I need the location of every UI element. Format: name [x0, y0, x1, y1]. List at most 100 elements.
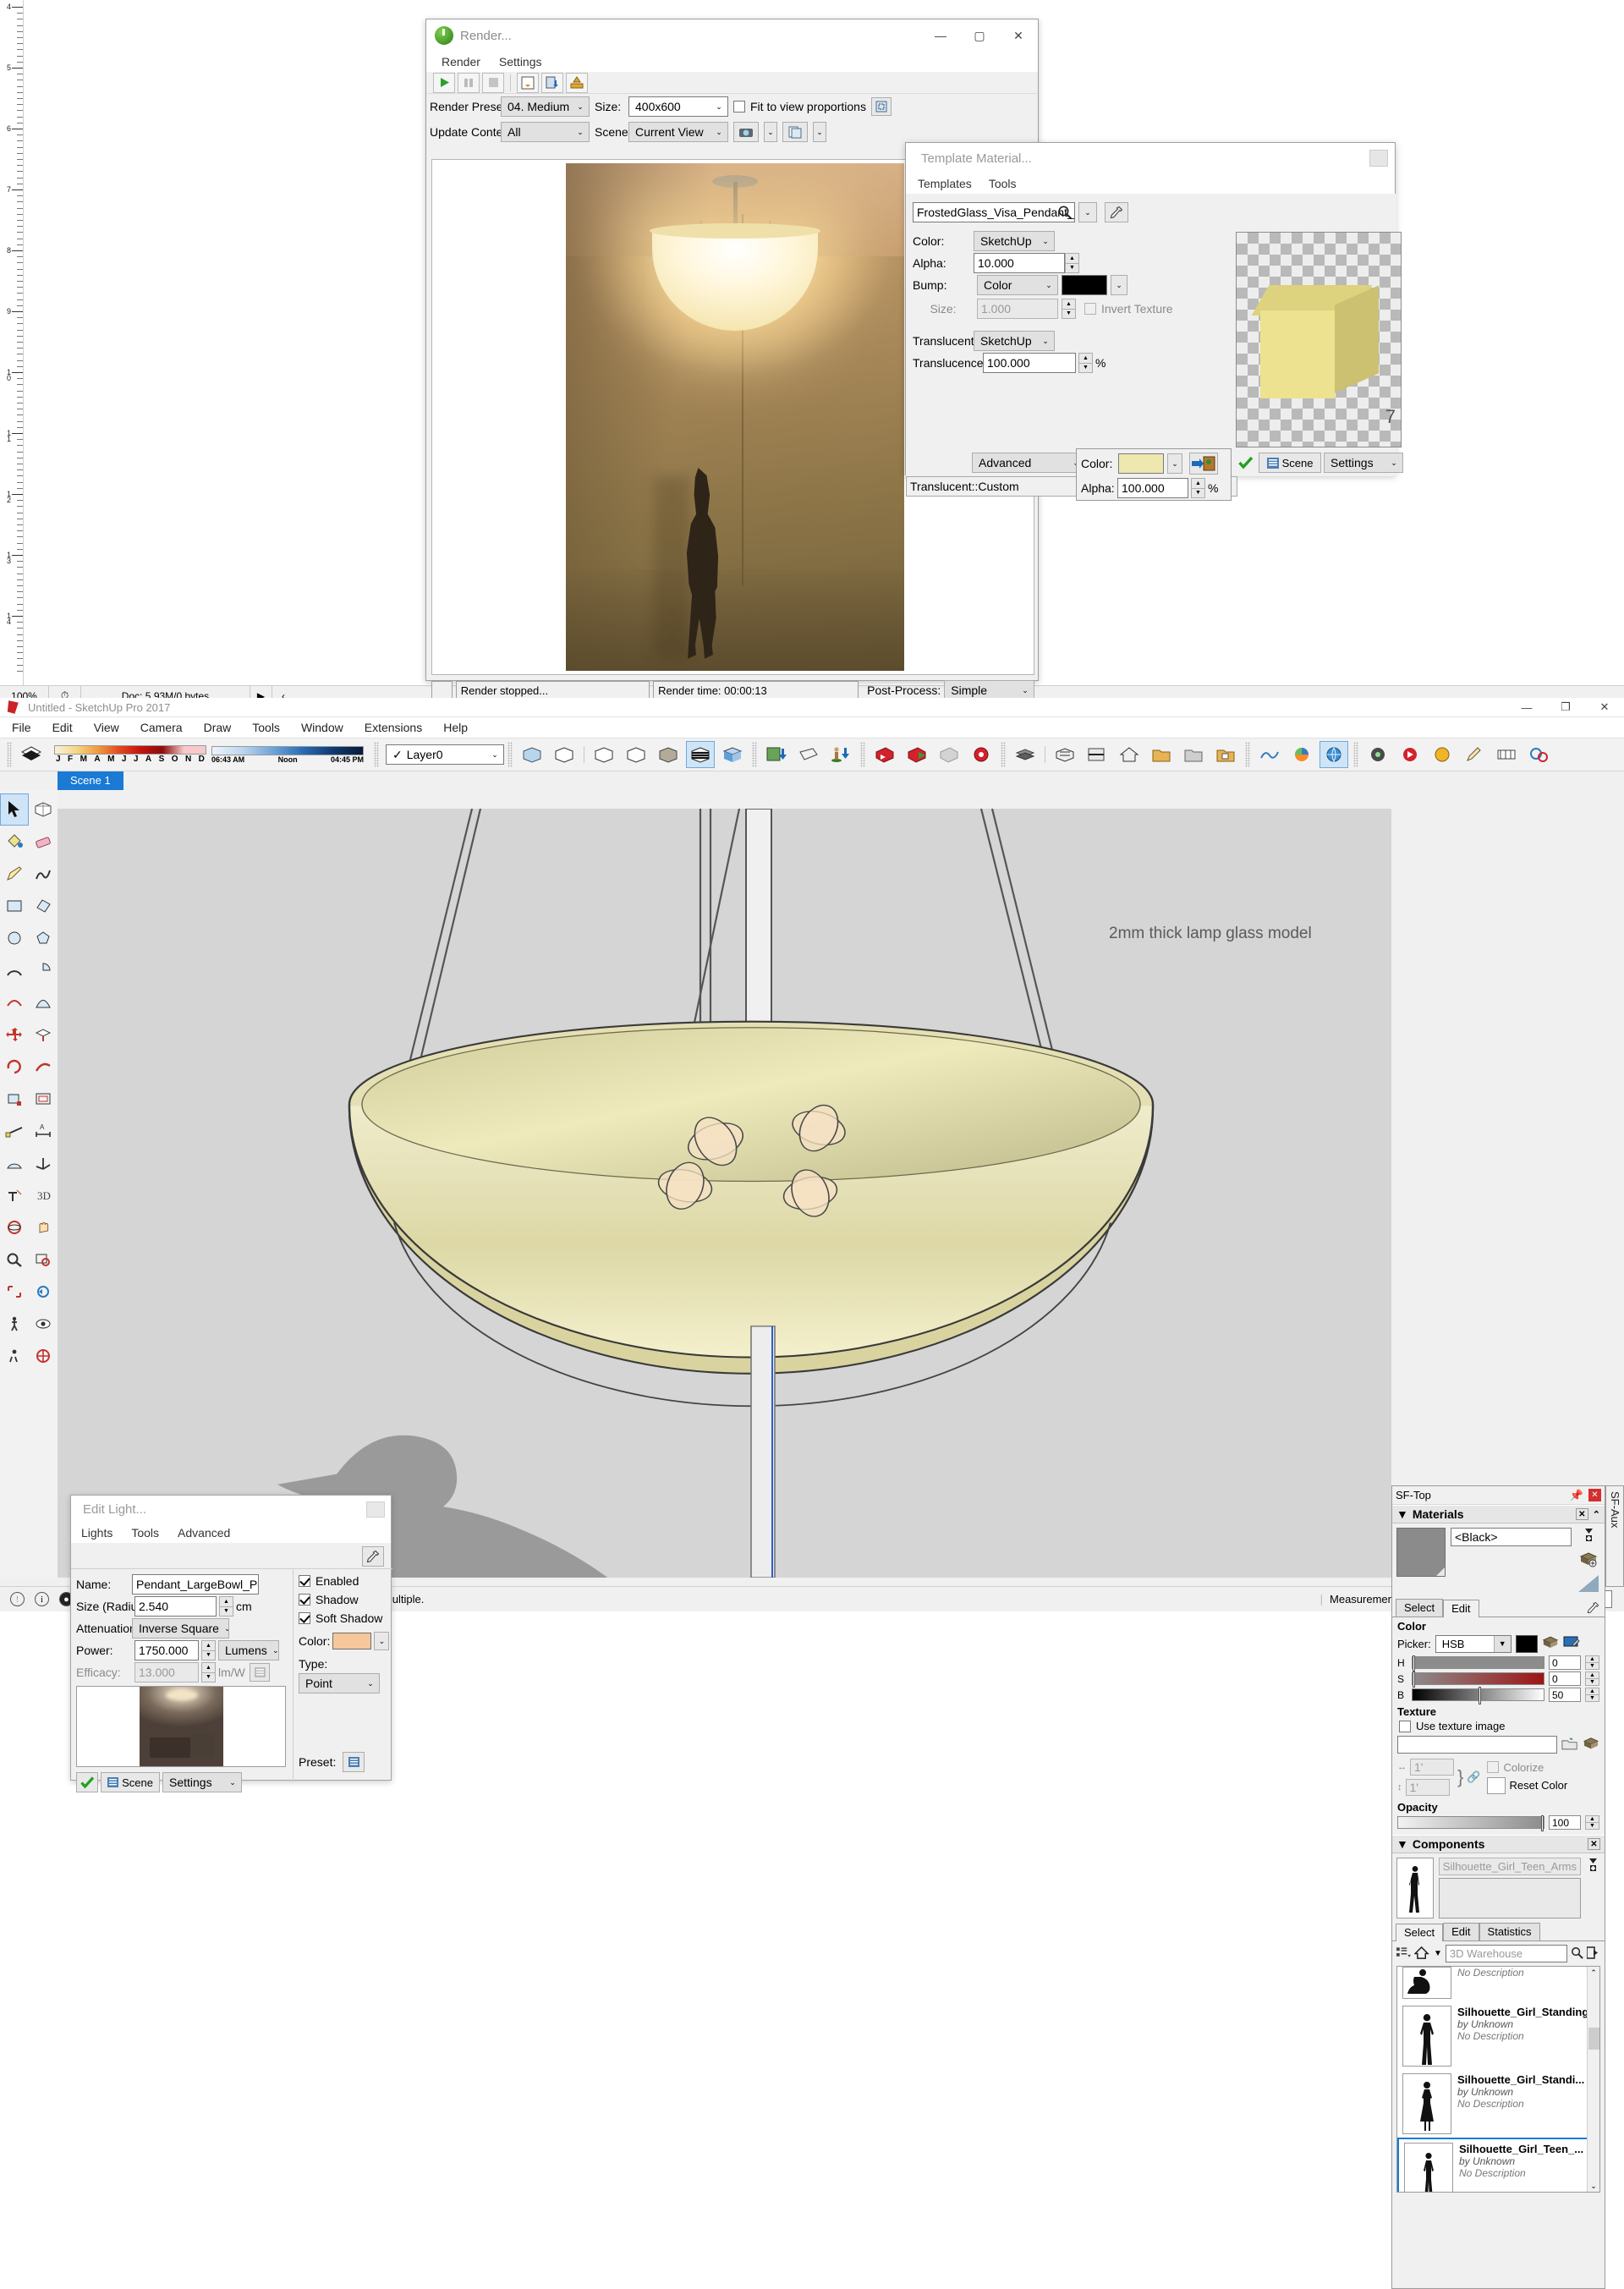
tape-measure-tool-icon[interactable]	[0, 1115, 29, 1147]
light-name-input[interactable]: Pendant_LargeBowl_Pointlight_Tv	[132, 1574, 259, 1595]
color-wheel-icon[interactable]	[1287, 741, 1316, 768]
line-tool-icon[interactable]	[0, 858, 29, 890]
use-texture-checkbox[interactable]: Use texture image	[1392, 1719, 1605, 1733]
flyout-alpha-stepper[interactable]: ▲ ▼	[1191, 478, 1205, 498]
light-menu-lights[interactable]: Lights	[81, 1526, 112, 1540]
light-scene-button[interactable]: Scene	[101, 1772, 160, 1792]
saturation-stepper[interactable]: ▲ ▼	[1585, 1671, 1599, 1686]
render-menu-settings[interactable]: Settings	[499, 55, 542, 69]
make-component-tool-icon[interactable]	[29, 793, 58, 826]
pie-tool-icon[interactable]	[29, 954, 58, 986]
menu-tools[interactable]: Tools	[252, 721, 280, 734]
light-color-dropdown-icon[interactable]: ⌄	[374, 1632, 390, 1650]
camera-icon[interactable]	[733, 122, 759, 142]
current-component-thumb[interactable]	[1396, 1858, 1434, 1918]
sf-aux-tray-tab[interactable]: SF-Aux	[1605, 1485, 1624, 1587]
components-collapse-icon[interactable]: ▼	[1396, 1837, 1408, 1851]
walk-tool-icon[interactable]	[0, 1308, 29, 1340]
scroll-down-icon[interactable]: ⌄	[1588, 2180, 1599, 2192]
material-bump-color-dropdown-icon[interactable]: ⌄	[1111, 275, 1127, 295]
push-pull-tool-icon[interactable]	[29, 1018, 58, 1051]
material-name-dropdown-icon[interactable]: ⌄	[1078, 202, 1097, 222]
style-texture-icon[interactable]	[654, 741, 683, 768]
materials-panel-close-icon[interactable]: ✕	[1575, 1508, 1588, 1520]
play-icon[interactable]	[433, 72, 455, 93]
protractor-tool-icon[interactable]	[0, 1147, 29, 1179]
render-scene-select[interactable]: Current View ⌄	[628, 122, 728, 142]
material-mode-select[interactable]: Advanced⌄	[972, 453, 1085, 473]
stop-icon[interactable]	[482, 72, 504, 93]
zoom-window-tool-icon[interactable]	[29, 1243, 58, 1276]
scroll-up-icon[interactable]: ⌃	[1588, 1967, 1599, 1979]
brightness-slider[interactable]	[1412, 1687, 1544, 1704]
sketchup-close-button[interactable]: ✕	[1585, 698, 1624, 716]
material-alpha-input[interactable]: 10.000	[974, 253, 1065, 273]
component-go-icon[interactable]	[1586, 1946, 1600, 1962]
render-settings-icon[interactable]	[967, 741, 996, 768]
texture-lock-icon[interactable]: 🔗	[1467, 1770, 1480, 1784]
eraser-tool-icon[interactable]	[29, 826, 58, 858]
component-list-scrollbar[interactable]: ⌃ ⌄	[1587, 1967, 1599, 2192]
light-settings-select[interactable]: Settings ⌄	[162, 1772, 242, 1792]
light-size-stepper[interactable]: ▲ ▼	[219, 1596, 233, 1617]
current-material-swatch[interactable]	[1396, 1528, 1446, 1577]
3dtext-tool-icon[interactable]: 3D	[29, 1179, 58, 1211]
shadow-time-slider[interactable]	[211, 745, 364, 755]
paint-bucket-tool-icon[interactable]	[0, 826, 29, 858]
position-camera-tool-icon[interactable]	[0, 1340, 29, 1372]
saturation-slider[interactable]	[1412, 1671, 1544, 1688]
menu-help[interactable]: Help	[443, 721, 468, 734]
light-apply-check-icon[interactable]	[76, 1772, 98, 1792]
add-person-icon[interactable]	[826, 741, 855, 768]
scene-pages-dropdown-icon[interactable]: ⌄	[813, 122, 826, 142]
arc-tool-icon[interactable]	[0, 954, 29, 986]
tip-icon[interactable]: !	[10, 1592, 25, 1606]
hue-stepper[interactable]: ▲ ▼	[1585, 1655, 1599, 1670]
component-nav-dropdown-icon[interactable]: ▼	[1434, 1949, 1442, 1958]
materials-tab-select[interactable]: Select	[1396, 1599, 1444, 1617]
hue-slider[interactable]	[1412, 1655, 1544, 1671]
render-paused-icon[interactable]	[935, 741, 963, 768]
style-hiddenline-icon[interactable]	[590, 741, 618, 768]
reset-color-label[interactable]: Reset Color	[1510, 1779, 1568, 1792]
component-view-options-icon[interactable]	[1396, 1946, 1411, 1962]
2point-arc-tool-icon[interactable]	[0, 986, 29, 1018]
light-eyedropper-icon[interactable]	[362, 1546, 384, 1567]
light-power-stepper[interactable]: ▲ ▼	[201, 1640, 216, 1660]
light-power-input[interactable]: 1750.000	[134, 1640, 199, 1660]
sketchup-titlebar[interactable]: Untitled - SketchUp Pro 2017 — ❐ ✕	[0, 698, 1624, 717]
pause-icon[interactable]	[458, 72, 480, 93]
component-browser-list[interactable]: No Description Silhouette_Girl_Standing …	[1396, 1966, 1600, 2193]
style-blueprint-icon[interactable]	[718, 741, 747, 768]
light-attenuation-select[interactable]: Inverse Square⌄	[132, 1618, 229, 1639]
home-view-icon[interactable]	[1115, 741, 1144, 768]
component-search-input[interactable]: 3D Warehouse	[1445, 1945, 1567, 1962]
dynamic-component-icon[interactable]	[1363, 741, 1392, 768]
add-face-icon[interactable]	[794, 741, 823, 768]
section-tool-icon[interactable]	[29, 1340, 58, 1372]
flyout-alpha-input[interactable]: 100.000	[1117, 478, 1188, 498]
style-wireframe-icon[interactable]	[550, 741, 579, 768]
rectangle-tool-icon[interactable]	[0, 890, 29, 922]
material-color-select[interactable]: SketchUp ⌄	[974, 231, 1055, 251]
materials-collapse-icon[interactable]: ▼	[1396, 1507, 1408, 1521]
solid-tools-icon[interactable]	[1051, 741, 1079, 768]
menu-window[interactable]: Window	[301, 721, 343, 734]
text-tool-icon[interactable]	[0, 1179, 29, 1211]
brightness-stepper[interactable]: ▲ ▼	[1585, 1688, 1599, 1702]
light-menu-advanced[interactable]: Advanced	[178, 1526, 230, 1540]
rotate-tool-icon[interactable]	[0, 1051, 29, 1083]
components-tab-statistics[interactable]: Statistics	[1479, 1923, 1540, 1940]
hue-value[interactable]: 0	[1549, 1655, 1581, 1670]
export-icon[interactable]	[566, 72, 588, 93]
menu-view[interactable]: View	[94, 721, 119, 734]
match-screen-color-icon[interactable]	[1563, 1635, 1580, 1653]
component-search-icon[interactable]	[1571, 1946, 1583, 1962]
shadow-month-slider[interactable]	[54, 745, 206, 755]
material-scene-button[interactable]: Scene	[1259, 453, 1321, 473]
3d-viewport[interactable]: 2mm thick lamp glass model	[58, 809, 1391, 1578]
section-plane-icon[interactable]	[1083, 741, 1111, 768]
menu-camera[interactable]: Camera	[140, 721, 183, 734]
shadows-toggle-icon[interactable]	[17, 741, 46, 768]
light-color-swatch[interactable]	[332, 1633, 372, 1650]
